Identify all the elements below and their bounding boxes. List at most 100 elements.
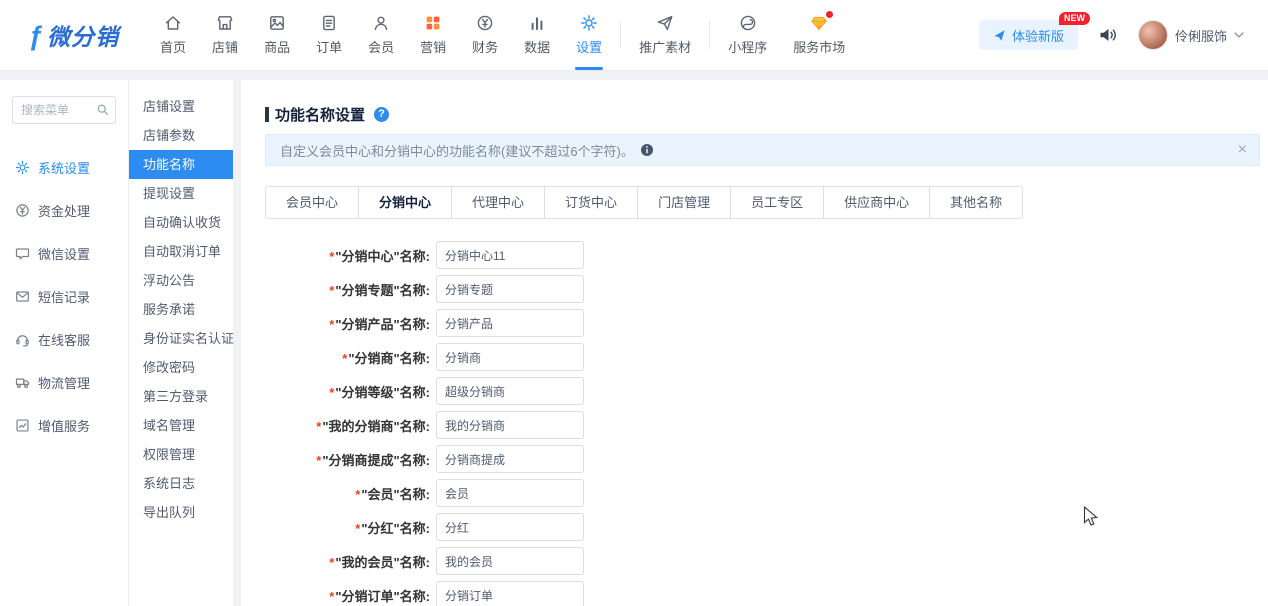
tab-order-center[interactable]: 订货中心 [545, 186, 638, 219]
submenu-item-service-promise[interactable]: 服务承诺 [129, 295, 233, 324]
nav-label: 数据 [524, 37, 550, 56]
submenu-item-function-names[interactable]: 功能名称 [129, 150, 233, 179]
submenu-item-domain-management[interactable]: 域名管理 [129, 411, 233, 440]
page-title: 功能名称设置 ? [265, 104, 1268, 124]
required-mark: * [329, 283, 334, 298]
close-icon[interactable]: × [1238, 142, 1247, 158]
sidebar-item-wechat-settings[interactable]: 微信设置 [0, 232, 128, 275]
main-nav: 首页 店铺 商品 订单 会员 营销 财务 数据 [147, 0, 858, 70]
distribution-product-name-input[interactable] [436, 309, 584, 337]
nav-item-products[interactable]: 商品 [251, 0, 303, 70]
submenu-item-id-verification[interactable]: 身份证实名认证 [129, 324, 233, 353]
tab-store-management[interactable]: 门店管理 [638, 186, 731, 219]
sidebar-item-label: 微信设置 [38, 244, 90, 263]
submenu-item-change-password[interactable]: 修改密码 [129, 353, 233, 382]
user-name: 伶俐服饰 [1175, 26, 1227, 45]
tab-supplier-center[interactable]: 供应商中心 [824, 186, 930, 219]
form-row: *"分销商提成"名称: [265, 445, 1268, 473]
submenu-item-third-party-login[interactable]: 第三方登录 [129, 382, 233, 411]
submenu-item-shop-settings[interactable]: 店铺设置 [129, 92, 233, 121]
sidebar-item-sms-records[interactable]: 短信记录 [0, 275, 128, 318]
home-icon [164, 14, 182, 32]
truck-icon [15, 375, 30, 390]
nav-item-shop[interactable]: 店铺 [199, 0, 251, 70]
speaker-icon[interactable] [1098, 26, 1118, 44]
required-mark: * [329, 589, 334, 604]
sidebar-item-fund-processing[interactable]: 资金处理 [0, 189, 128, 232]
submenu-item-auto-cancel-order[interactable]: 自动取消订单 [129, 237, 233, 266]
nav-label: 财务 [472, 37, 498, 56]
submenu-item-withdraw-settings[interactable]: 提现设置 [129, 179, 233, 208]
submenu-item-floating-notice[interactable]: 浮动公告 [129, 266, 233, 295]
required-mark: * [355, 521, 360, 536]
nav-label: 小程序 [728, 37, 767, 56]
products-icon [268, 14, 286, 32]
trend-chart-icon [15, 418, 30, 433]
required-mark: * [329, 317, 334, 332]
promo-send-icon [656, 14, 674, 32]
nav-item-home[interactable]: 首页 [147, 0, 199, 70]
nav-item-orders[interactable]: 订单 [303, 0, 355, 70]
field-label: *"分红"名称: [265, 518, 430, 537]
info-icon[interactable] [640, 143, 654, 157]
sidebar-item-logistics[interactable]: 物流管理 [0, 361, 128, 404]
distribution-center-name-input[interactable] [436, 241, 584, 269]
distribution-topic-name-input[interactable] [436, 275, 584, 303]
sidebar-item-system-settings[interactable]: 系统设置 [0, 146, 128, 189]
my-distributor-name-input[interactable] [436, 411, 584, 439]
nav-label: 设置 [576, 37, 602, 56]
nav-item-finance[interactable]: 财务 [459, 0, 511, 70]
sidebar-item-label: 在线客服 [38, 330, 90, 349]
nav-label: 订单 [316, 37, 342, 56]
required-mark: * [342, 351, 347, 366]
nav-item-marketing[interactable]: 营销 [407, 0, 459, 70]
notice-text: 自定义会员中心和分销中心的功能名称(建议不超过6个字符)。 [280, 141, 634, 160]
submenu-item-permission-management[interactable]: 权限管理 [129, 440, 233, 469]
tab-agent-center[interactable]: 代理中心 [452, 186, 545, 219]
chat-bubble-icon [15, 246, 30, 261]
tab-staff-zone[interactable]: 员工专区 [731, 186, 824, 219]
distributor-commission-name-input[interactable] [436, 445, 584, 473]
envelope-icon [15, 289, 30, 304]
submenu-item-auto-confirm-receipt[interactable]: 自动确认收货 [129, 208, 233, 237]
try-new-version-button[interactable]: 体验新版 NEW [979, 20, 1078, 50]
sidebar-item-label: 短信记录 [38, 287, 90, 306]
tab-other-names[interactable]: 其他名称 [930, 186, 1023, 219]
nav-label: 营销 [420, 37, 446, 56]
required-mark: * [355, 487, 360, 502]
field-label: *"我的分销商"名称: [265, 416, 430, 435]
nav-item-promo-materials[interactable]: 推广素材 [626, 0, 704, 70]
nav-label: 服务市场 [793, 37, 845, 56]
distributor-name-input[interactable] [436, 343, 584, 371]
sidebar-item-online-service[interactable]: 在线客服 [0, 318, 128, 361]
submenu-item-shop-params[interactable]: 店铺参数 [129, 121, 233, 150]
distribution-level-name-input[interactable] [436, 377, 584, 405]
help-icon[interactable]: ? [374, 107, 389, 122]
nav-item-data[interactable]: 数据 [511, 0, 563, 70]
dividend-name-input[interactable] [436, 513, 584, 541]
distribution-order-name-input[interactable] [436, 581, 584, 606]
submenu-item-system-logs[interactable]: 系统日志 [129, 469, 233, 498]
nav-item-service-market[interactable]: 服务市场 [780, 0, 858, 70]
field-label: *"我的会员"名称: [265, 552, 430, 571]
field-label: *"分销产品"名称: [265, 314, 430, 333]
logo-text: 微分销 [47, 18, 119, 52]
submenu-item-export-queue[interactable]: 导出队列 [129, 498, 233, 527]
nav-item-mini-program[interactable]: 小程序 [715, 0, 780, 70]
my-member-name-input[interactable] [436, 547, 584, 575]
form-row: *"分销等级"名称: [265, 377, 1268, 405]
sidebar-item-value-added-services[interactable]: 增值服务 [0, 404, 128, 447]
top-navbar: ƒ 微分销 首页 店铺 商品 订单 会员 营销 财务 [0, 0, 1268, 70]
member-name-input[interactable] [436, 479, 584, 507]
nav-item-members[interactable]: 会员 [355, 0, 407, 70]
user-menu[interactable]: 伶俐服饰 [1138, 20, 1244, 50]
app-logo[interactable]: ƒ 微分销 [28, 18, 119, 52]
nav-item-settings[interactable]: 设置 [563, 0, 615, 70]
tab-member-center[interactable]: 会员中心 [265, 186, 359, 219]
secondary-sidebar: 店铺设置 店铺参数 功能名称 提现设置 自动确认收货 自动取消订单 浮动公告 服… [128, 80, 233, 606]
tab-distribution-center[interactable]: 分销中心 [359, 186, 452, 219]
nav-label: 店铺 [212, 37, 238, 56]
orders-icon [320, 14, 338, 32]
nav-divider [709, 21, 710, 49]
avatar [1138, 20, 1168, 50]
